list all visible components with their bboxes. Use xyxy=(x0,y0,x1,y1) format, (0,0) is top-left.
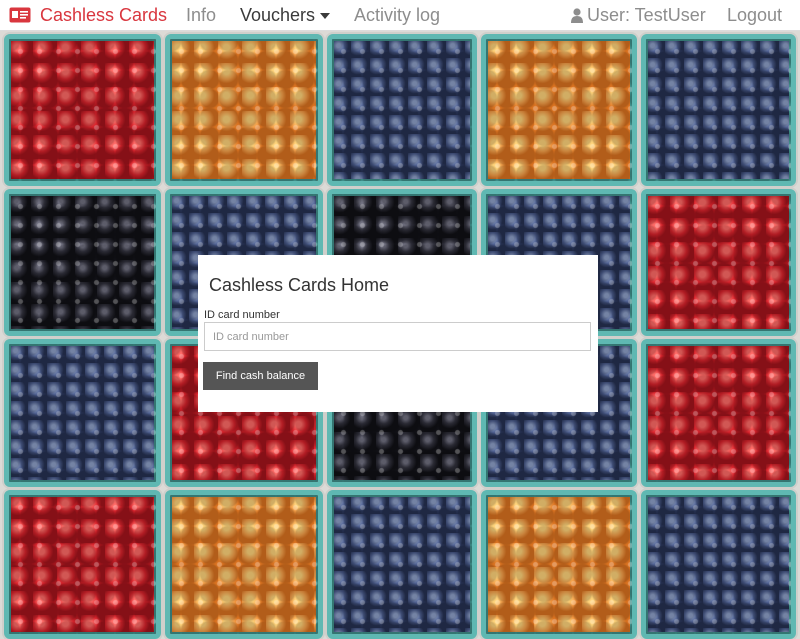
brand-link[interactable]: Cashless Cards xyxy=(9,3,167,27)
caret-down-icon xyxy=(320,13,331,20)
basket-raspberry xyxy=(4,34,161,186)
find-cash-balance-button[interactable]: Find cash balance xyxy=(203,362,318,390)
basket-orange xyxy=(165,34,323,186)
user-icon xyxy=(571,7,583,23)
nav-logout[interactable]: Logout xyxy=(727,3,782,27)
id-card-icon xyxy=(9,7,31,23)
basket-orange xyxy=(481,34,637,186)
basket-orange xyxy=(165,490,323,639)
user-label: User: TestUser xyxy=(587,5,706,25)
basket-blueberry xyxy=(327,34,477,186)
brand-label: Cashless Cards xyxy=(40,4,168,25)
basket-raspberry xyxy=(641,189,796,336)
nav-vouchers-dropdown[interactable]: Vouchers xyxy=(240,3,331,27)
balance-lookup-card: Cashless Cards Home ID card number Find … xyxy=(198,255,598,412)
nav-info[interactable]: Info xyxy=(186,3,216,27)
basket-blueberry xyxy=(4,339,161,487)
basket-raspberry xyxy=(4,490,161,639)
nav-activity-log[interactable]: Activity log xyxy=(354,3,440,27)
nav-user[interactable]: User: TestUser xyxy=(571,3,706,27)
basket-orange xyxy=(481,490,637,639)
basket-blueberry xyxy=(641,34,796,186)
page-title: Cashless Cards Home xyxy=(209,275,390,295)
top-navbar: Cashless Cards Info Vouchers Activity lo… xyxy=(0,0,800,31)
nav-vouchers-label: Vouchers xyxy=(240,5,316,25)
basket-blueberry xyxy=(327,490,477,639)
id-card-input[interactable] xyxy=(204,322,591,351)
basket-blackberry xyxy=(4,189,161,336)
basket-raspberry xyxy=(641,339,796,487)
basket-blueberry xyxy=(641,490,796,639)
id-card-label: ID card number xyxy=(204,309,280,321)
